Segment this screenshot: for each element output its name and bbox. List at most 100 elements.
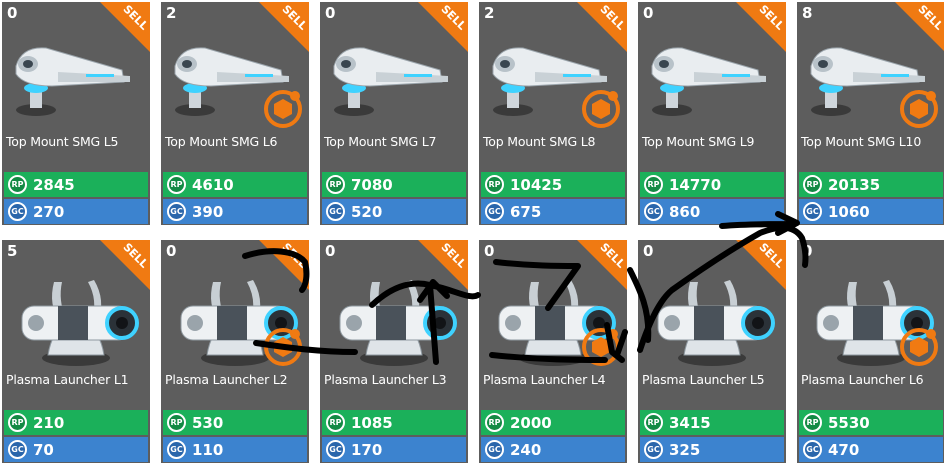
rp-price-button[interactable]: RP 5530 — [799, 410, 943, 435]
upgrade-icon[interactable] — [579, 87, 623, 131]
owned-count: 0 — [166, 242, 177, 260]
gc-coin-icon: GC — [644, 202, 663, 221]
sell-button[interactable]: SELL — [577, 2, 627, 52]
rp-price: 1085 — [351, 413, 393, 432]
gc-coin-icon: GC — [8, 440, 27, 459]
owned-count: 0 — [325, 242, 336, 260]
upgrade-icon[interactable] — [579, 325, 623, 369]
rp-price-button[interactable]: RP 4610 — [163, 172, 307, 197]
rp-price: 210 — [33, 413, 65, 432]
sell-button[interactable]: SELL — [418, 2, 468, 52]
rp-coin-icon: RP — [803, 175, 822, 194]
rp-price: 530 — [192, 413, 224, 432]
sell-button[interactable]: SELL — [418, 240, 468, 290]
upgrade-icon[interactable] — [897, 87, 941, 131]
gc-price-button[interactable]: GC 675 — [481, 199, 625, 224]
sell-button[interactable]: SELL — [895, 2, 944, 52]
rp-price: 10425 — [510, 175, 563, 194]
gc-price-button[interactable]: GC 390 — [163, 199, 307, 224]
sell-button[interactable]: SELL — [577, 240, 627, 290]
sell-button[interactable]: SELL — [736, 240, 786, 290]
item-card[interactable]: 2 SELL Top Mount SMG L6 RP 4610 GC 390 — [161, 2, 309, 225]
rp-price-button[interactable]: RP 2845 — [4, 172, 148, 197]
item-name: Top Mount SMG L6 — [165, 134, 278, 149]
sell-button[interactable]: SELL — [259, 240, 309, 290]
item-card[interactable]: 0 SELL Top Mount SMG L5 RP 2845 GC 270 — [2, 2, 150, 225]
gc-coin-icon: GC — [803, 202, 822, 221]
rp-coin-icon: RP — [644, 175, 663, 194]
gc-coin-icon: GC — [326, 202, 345, 221]
gc-price-button[interactable]: GC 1060 — [799, 199, 943, 224]
sell-button[interactable]: SELL — [100, 2, 150, 52]
gc-price-button[interactable]: GC 860 — [640, 199, 784, 224]
gc-price-button[interactable]: GC 270 — [4, 199, 148, 224]
item-card[interactable]: 8 SELL Top Mount SMG L10 RP 20135 GC 106… — [797, 2, 944, 225]
item-card[interactable]: 0 SELL Top Mount SMG L7 RP 7080 GC 520 — [320, 2, 468, 225]
item-name: Plasma Launcher L4 — [483, 372, 606, 387]
sell-button[interactable]: SELL — [100, 240, 150, 290]
item-grid: 0 SELL Top Mount SMG L5 RP 2845 GC 270 2 — [0, 0, 944, 467]
gc-coin-icon: GC — [326, 440, 345, 459]
rp-price-button[interactable]: RP 2000 — [481, 410, 625, 435]
item-card[interactable]: 0 SELL Plasma Launcher L3 RP 1085 GC 170 — [320, 240, 468, 463]
rp-price-button[interactable]: RP 530 — [163, 410, 307, 435]
owned-count: 0 — [643, 4, 654, 22]
gc-coin-icon: GC — [803, 440, 822, 459]
item-card[interactable]: 5 SELL Plasma Launcher L1 RP 210 GC 70 — [2, 240, 150, 463]
item-card[interactable]: 0 SELL Plasma Launcher L5 RP 3415 GC 325 — [638, 240, 786, 463]
sell-button[interactable]: SELL — [736, 2, 786, 52]
gc-price: 325 — [669, 440, 701, 459]
gc-price-button[interactable]: GC 520 — [322, 199, 466, 224]
item-name: Plasma Launcher L5 — [642, 372, 765, 387]
item-card[interactable]: 2 SELL Top Mount SMG L8 RP 10425 GC 675 — [479, 2, 627, 225]
gc-coin-icon: GC — [485, 440, 504, 459]
upgrade-icon[interactable] — [261, 87, 305, 131]
item-name: Plasma Launcher L2 — [165, 372, 288, 387]
rp-price-button[interactable]: RP 20135 — [799, 172, 943, 197]
rp-coin-icon: RP — [8, 175, 27, 194]
owned-count: 2 — [484, 4, 495, 22]
gc-price: 110 — [192, 440, 224, 459]
gc-coin-icon: GC — [8, 202, 27, 221]
item-name: Plasma Launcher L6 — [801, 372, 924, 387]
rp-coin-icon: RP — [167, 175, 186, 194]
gc-price-button[interactable]: GC 170 — [322, 437, 466, 462]
item-name: Top Mount SMG L8 — [483, 134, 596, 149]
item-card[interactable]: 0 Plasma Launcher L6 RP 5530 GC 470 — [797, 240, 944, 463]
gc-price: 70 — [33, 440, 54, 459]
sell-button[interactable]: SELL — [259, 2, 309, 52]
rp-coin-icon: RP — [167, 413, 186, 432]
owned-count: 5 — [7, 242, 18, 260]
gc-price: 860 — [669, 202, 701, 221]
rp-price: 14770 — [669, 175, 722, 194]
gc-price: 170 — [351, 440, 383, 459]
rp-price-button[interactable]: RP 1085 — [322, 410, 466, 435]
item-name: Plasma Launcher L1 — [6, 372, 129, 387]
gc-price-button[interactable]: GC 70 — [4, 437, 148, 462]
gc-price: 390 — [192, 202, 224, 221]
item-card[interactable]: 0 SELL Plasma Launcher L4 RP 2000 GC 240 — [479, 240, 627, 463]
rp-price-button[interactable]: RP 10425 — [481, 172, 625, 197]
gc-price-button[interactable]: GC 240 — [481, 437, 625, 462]
gc-price-button[interactable]: GC 110 — [163, 437, 307, 462]
rp-price-button[interactable]: RP 3415 — [640, 410, 784, 435]
owned-count: 8 — [802, 4, 813, 22]
item-card[interactable]: 0 SELL Top Mount SMG L9 RP 14770 GC 860 — [638, 2, 786, 225]
rp-coin-icon: RP — [326, 413, 345, 432]
gc-price-button[interactable]: GC 325 — [640, 437, 784, 462]
gc-price-button[interactable]: GC 470 — [799, 437, 943, 462]
gc-price: 1060 — [828, 202, 870, 221]
rp-coin-icon: RP — [644, 413, 663, 432]
gc-price: 270 — [33, 202, 65, 221]
item-card[interactable]: 0 SELL Plasma Launcher L2 RP 530 GC 110 — [161, 240, 309, 463]
rp-price: 4610 — [192, 175, 234, 194]
upgrade-icon[interactable] — [261, 325, 305, 369]
rp-coin-icon: RP — [803, 413, 822, 432]
rp-price: 7080 — [351, 175, 393, 194]
rp-price-button[interactable]: RP 14770 — [640, 172, 784, 197]
rp-price-button[interactable]: RP 7080 — [322, 172, 466, 197]
rp-price: 2845 — [33, 175, 75, 194]
owned-count: 2 — [166, 4, 177, 22]
upgrade-icon[interactable] — [897, 325, 941, 369]
rp-price-button[interactable]: RP 210 — [4, 410, 148, 435]
